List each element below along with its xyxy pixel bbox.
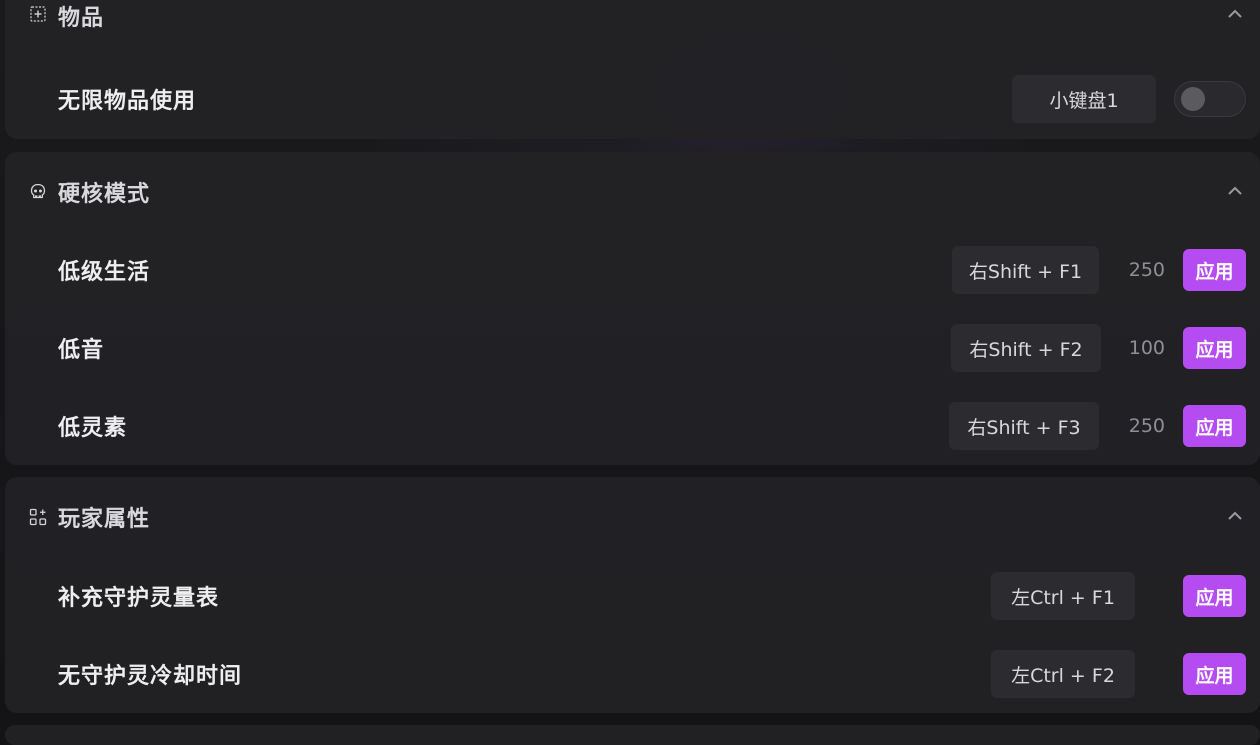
section-header-items[interactable]: 物品 xyxy=(5,0,1260,44)
value-text[interactable]: 100 xyxy=(1115,337,1165,359)
apply-button[interactable]: 应用 xyxy=(1183,575,1246,617)
row-label: 无限物品使用 xyxy=(58,89,197,114)
hotkey-button[interactable]: 右Shift + F1 xyxy=(952,246,1099,294)
section-title: 物品 xyxy=(58,6,105,31)
section-next xyxy=(5,725,1260,745)
chevron-up-icon[interactable] xyxy=(1224,180,1246,202)
toggle-switch[interactable] xyxy=(1174,81,1246,117)
plus-square-icon xyxy=(29,5,47,23)
section-title: 硬核模式 xyxy=(58,182,151,207)
row-low-voice: 低音 右Shift + F2 100 应用 xyxy=(5,320,1260,376)
row-label: 无守护灵冷却时间 xyxy=(58,664,243,689)
hotkey-button[interactable]: 右Shift + F3 xyxy=(949,402,1099,450)
row-no-guardian-cooldown: 无守护灵冷却时间 左Ctrl + F2 应用 xyxy=(5,646,1260,702)
row-low-spirit: 低灵素 右Shift + F3 250 应用 xyxy=(5,398,1260,454)
apply-button[interactable]: 应用 xyxy=(1183,653,1246,695)
hotkey-button[interactable]: 右Shift + F2 xyxy=(951,324,1101,372)
grid-plus-icon xyxy=(29,508,47,526)
value-text[interactable]: 250 xyxy=(1115,259,1165,281)
row-refill-guardian: 补充守护灵量表 左Ctrl + F1 应用 xyxy=(5,568,1260,624)
value-text[interactable]: 250 xyxy=(1115,415,1165,437)
section-player-attributes: 玩家属性 补充守护灵量表 左Ctrl + F1 应用 无守护灵冷却时间 左Ctr… xyxy=(5,477,1260,713)
row-label: 低音 xyxy=(58,338,105,363)
chevron-up-icon[interactable] xyxy=(1224,3,1246,25)
chevron-up-icon[interactable] xyxy=(1224,505,1246,527)
section-title: 玩家属性 xyxy=(58,507,151,532)
row-infinite-items: 无限物品使用 小键盘1 xyxy=(5,71,1260,127)
hotkey-button[interactable]: 小键盘1 xyxy=(1012,75,1156,123)
section-header-hardcore[interactable]: 硬核模式 xyxy=(5,152,1260,228)
toggle-knob xyxy=(1181,87,1205,111)
section-hardcore: 硬核模式 低级生活 右Shift + F1 250 应用 低音 右Shift +… xyxy=(5,152,1260,465)
skull-icon xyxy=(29,183,47,201)
apply-button[interactable]: 应用 xyxy=(1183,327,1246,369)
hotkey-button[interactable]: 左Ctrl + F2 xyxy=(991,650,1135,698)
row-low-life: 低级生活 右Shift + F1 250 应用 xyxy=(5,242,1260,298)
row-label: 补充守护灵量表 xyxy=(58,586,220,611)
apply-button[interactable]: 应用 xyxy=(1183,249,1246,291)
section-items: 物品 无限物品使用 小键盘1 xyxy=(5,0,1260,139)
section-header-player[interactable]: 玩家属性 xyxy=(5,477,1260,553)
row-label: 低灵素 xyxy=(58,416,128,441)
hotkey-button[interactable]: 左Ctrl + F1 xyxy=(991,572,1135,620)
apply-button[interactable]: 应用 xyxy=(1183,405,1246,447)
row-label: 低级生活 xyxy=(58,260,151,285)
